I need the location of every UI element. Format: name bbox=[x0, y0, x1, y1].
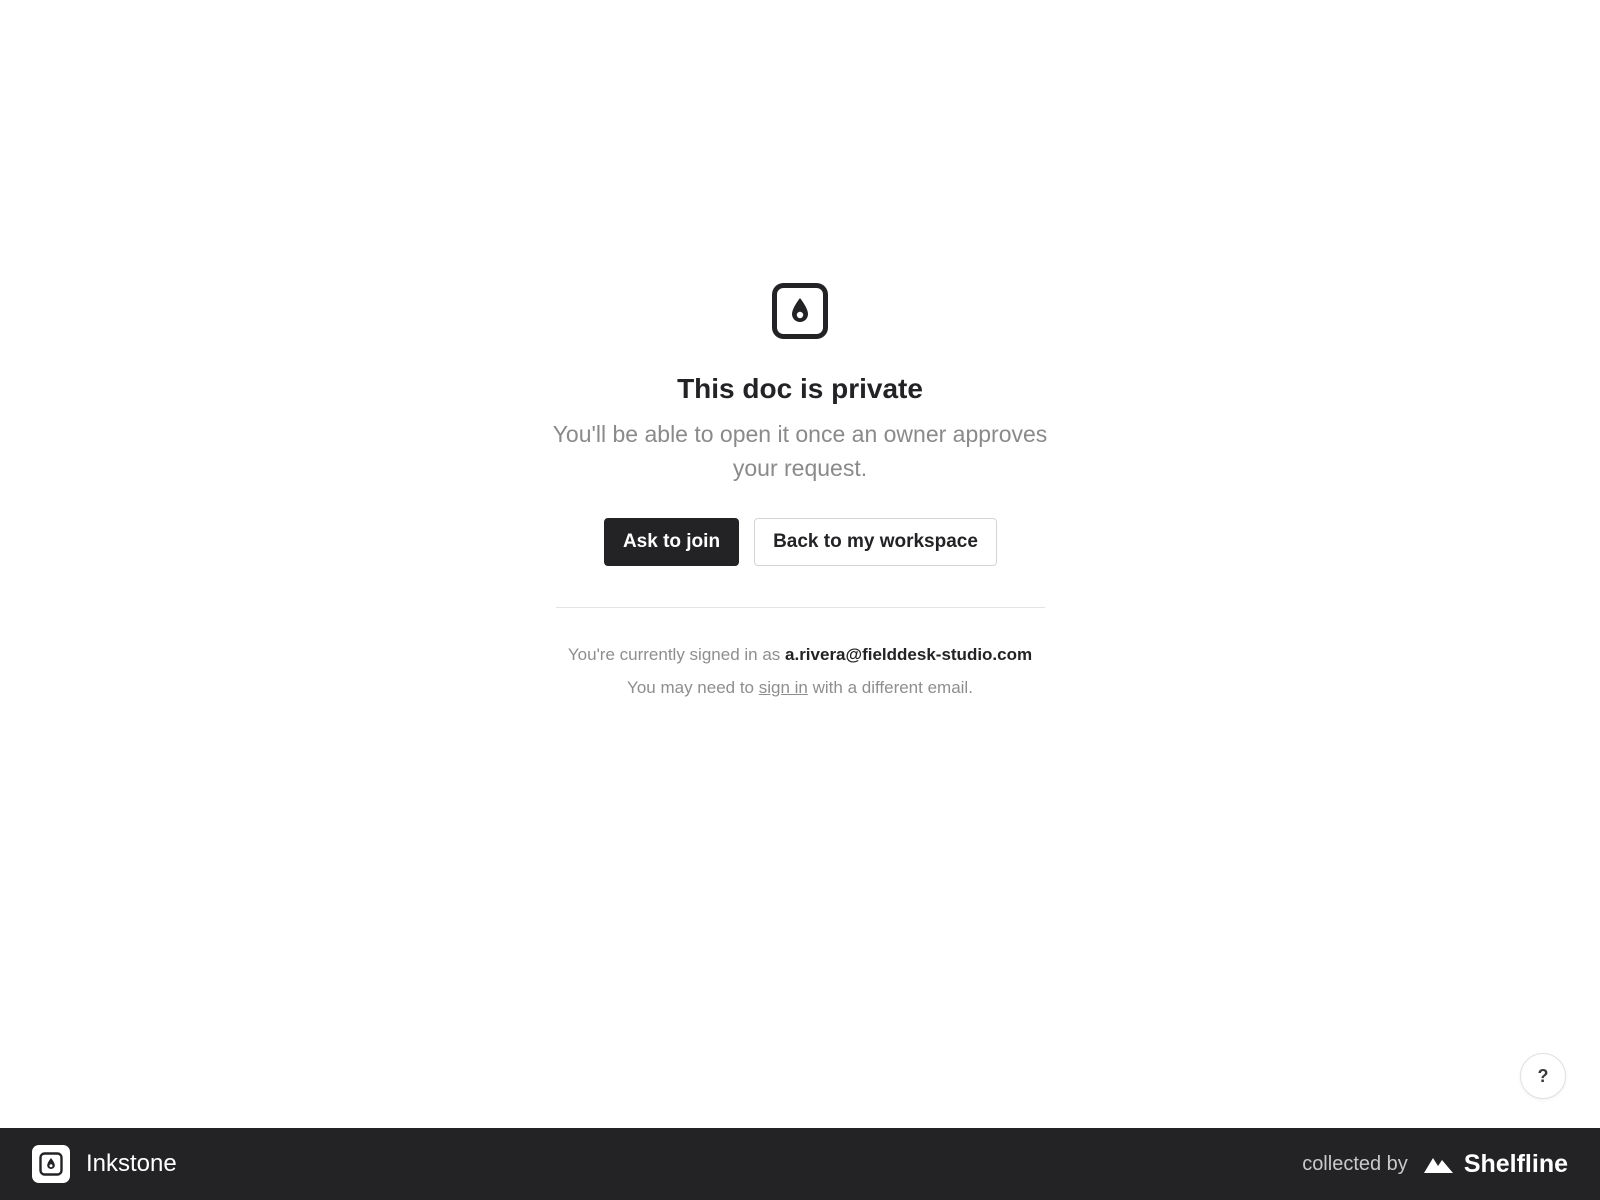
help-button[interactable]: ? bbox=[1520, 1053, 1566, 1099]
ask-to-join-button[interactable]: Ask to join bbox=[604, 518, 739, 566]
sign-in-hint-suffix: with a different email. bbox=[807, 678, 973, 697]
private-doc-page: This doc is private You'll be able to op… bbox=[0, 0, 1600, 1200]
inkstone-brand-link[interactable]: Inkstone bbox=[32, 1145, 177, 1183]
signed-in-email: a.rivera@fielddesk-studio.com bbox=[785, 645, 1033, 664]
page-title: This doc is private bbox=[677, 373, 923, 404]
footer-bar: Inkstone collected by Shelfline bbox=[0, 1128, 1600, 1200]
sign-in-hint-prefix: You may need to bbox=[627, 678, 759, 697]
signed-in-info: You're currently signed in as a.rivera@f… bbox=[0, 643, 1600, 667]
inkstone-logo-icon bbox=[32, 1145, 70, 1183]
sign-in-hint: You may need to sign in with a different… bbox=[0, 676, 1600, 700]
page-subtitle: You'll be able to open it once an owner … bbox=[552, 421, 1048, 481]
sign-in-link[interactable]: sign in bbox=[759, 678, 808, 697]
collector-name: Shelfline bbox=[1463, 1149, 1568, 1178]
divider bbox=[556, 607, 1045, 608]
mountain-logo-icon bbox=[1423, 1158, 1453, 1173]
signed-in-prefix: You're currently signed in as bbox=[567, 645, 786, 664]
brand-name: Inkstone bbox=[86, 1150, 177, 1177]
doc-drop-icon bbox=[772, 283, 828, 339]
collected-by-label: collected by bbox=[1302, 1152, 1408, 1175]
back-to-workspace-button[interactable]: Back to my workspace bbox=[754, 518, 997, 566]
shelfline-brand: Shelfline bbox=[1423, 1149, 1568, 1179]
collected-by-link[interactable]: collected by Shelfline bbox=[1302, 1150, 1568, 1179]
